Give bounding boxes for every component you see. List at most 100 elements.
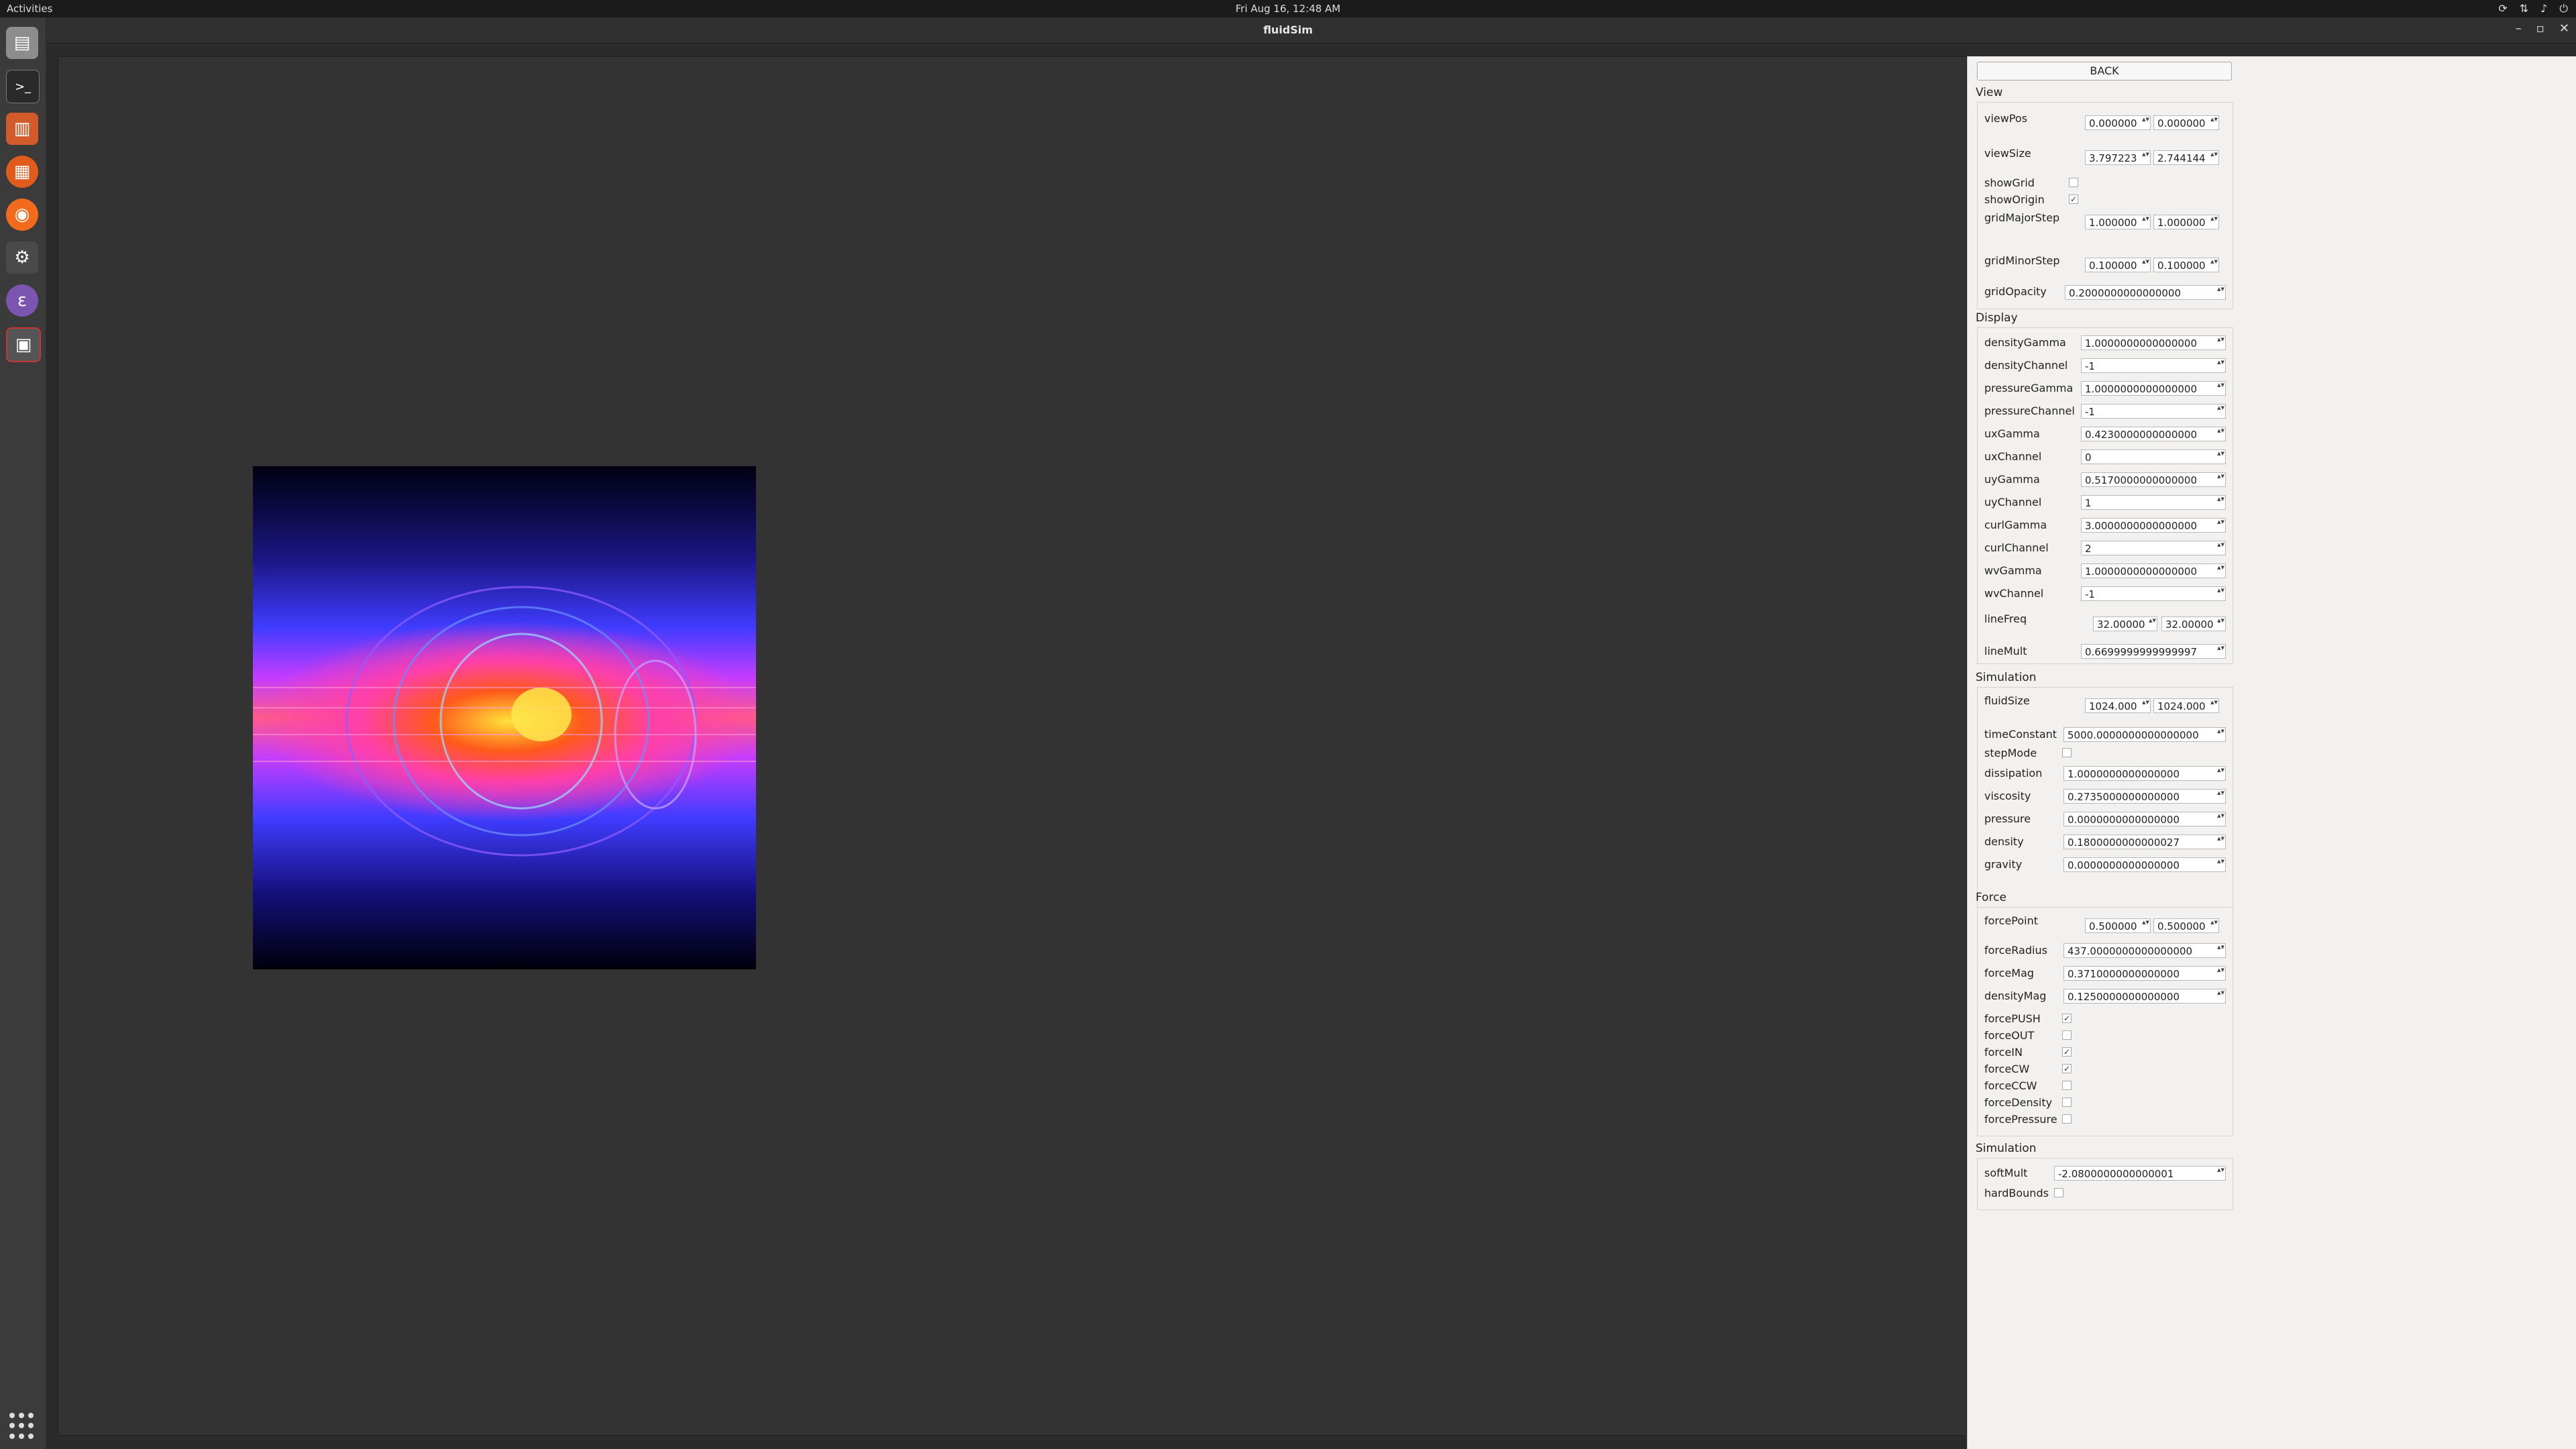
- gravity-label: gravity: [1984, 858, 2023, 871]
- showgrid-label: showGrid: [1984, 176, 2035, 189]
- forceccw-checkbox[interactable]: [2062, 1081, 2072, 1090]
- gridopacity-input[interactable]: 0.2000000000000000 ▲▼: [2065, 285, 2226, 300]
- firefox-icon[interactable]: ◉: [6, 199, 38, 231]
- window-titlebar: fluidSim – ▫ ✕: [0, 17, 2576, 44]
- fluidsize-y-input[interactable]: 1024.000 ▲▼: [2153, 698, 2219, 713]
- files-icon[interactable]: ▤: [6, 27, 38, 59]
- dock: ▤ >_ ▥ ▦ ◉ ⚙ ε ▣: [0, 17, 46, 1449]
- linefreq-label: lineFreq: [1984, 612, 2027, 625]
- densitymag-input[interactable]: 0.1250000000000000 ▲▼: [2063, 989, 2226, 1004]
- forcein-label: forceIN: [1984, 1046, 2023, 1059]
- uxchannel-input[interactable]: 0 ▲▼: [2081, 449, 2226, 464]
- densitygamma-label: densityGamma: [1984, 336, 2066, 349]
- pressuregamma-input[interactable]: 1.0000000000000000 ▲▼: [2081, 381, 2226, 396]
- densitychannel-label: densityChannel: [1984, 359, 2068, 372]
- fluidsize-label: fluidSize: [1984, 694, 2030, 707]
- forcepressure-label: forcePressure: [1984, 1113, 2057, 1126]
- curlgamma-input[interactable]: 3.0000000000000000 ▲▼: [2081, 518, 2226, 533]
- uychannel-input[interactable]: 1 ▲▼: [2081, 495, 2226, 510]
- wvgamma-input[interactable]: 1.0000000000000000 ▲▼: [2081, 564, 2226, 578]
- power-icon[interactable]: ⏻: [2559, 2, 2568, 15]
- simulation2-section-title: Simulation: [1976, 1142, 2037, 1155]
- fluid-render[interactable]: [253, 466, 756, 969]
- showgrid-checkbox[interactable]: [2069, 178, 2078, 187]
- gridminorstep-y-input[interactable]: 0.100000 ▲▼: [2153, 258, 2219, 272]
- update-icon[interactable]: ⟳: [2498, 2, 2507, 15]
- close-button[interactable]: ✕: [2559, 21, 2569, 36]
- densitychannel-input[interactable]: -1 ▲▼: [2081, 358, 2226, 373]
- viewpos-y-input[interactable]: 0.000000 ▲▼: [2153, 115, 2219, 130]
- linefreq-y-input[interactable]: 32.00000 ▲▼: [2161, 616, 2226, 631]
- simulation-group: fluidSize 1024.000 ▲▼ 1024.000 ▲▼ timeCons…: [1977, 687, 2233, 936]
- simulation-canvas[interactable]: [58, 56, 1967, 1436]
- fluidsize-x-input[interactable]: 1024.000 ▲▼: [2085, 698, 2151, 713]
- network-icon[interactable]: ⇅: [2520, 2, 2528, 15]
- pressurechannel-input[interactable]: -1 ▲▼: [2081, 404, 2226, 419]
- linemult-input[interactable]: 0.6699999999999997 ▲▼: [2081, 644, 2226, 659]
- curlchannel-label: curlChannel: [1984, 541, 2049, 554]
- minimize-button[interactable]: –: [2516, 21, 2522, 36]
- viscosity-label: viscosity: [1984, 790, 2031, 802]
- viewpos-x-input[interactable]: 0.000000 ▲▼: [2085, 115, 2151, 130]
- dissipation-input[interactable]: 1.0000000000000000 ▲▼: [2063, 766, 2226, 781]
- linemult-label: lineMult: [1984, 645, 2027, 657]
- gridmajorstep-x-input[interactable]: 1.000000 ▲▼: [2085, 215, 2151, 229]
- forceout-checkbox[interactable]: [2062, 1030, 2072, 1040]
- wvchannel-input[interactable]: -1 ▲▼: [2081, 586, 2226, 601]
- forcedensity-label: forceDensity: [1984, 1096, 2053, 1109]
- forcemag-input[interactable]: 0.3710000000000000 ▲▼: [2063, 966, 2226, 981]
- viewsize-x-input[interactable]: 3.797223 ▲▼: [2085, 150, 2151, 165]
- timeconstant-label: timeConstant: [1984, 728, 2057, 741]
- timeconstant-input[interactable]: 5000.0000000000000000 ▲▼: [2063, 727, 2226, 742]
- simulation2-group: softMult -2.0800000000000001 ▲▼ hardBound…: [1977, 1158, 2233, 1210]
- terminal-icon[interactable]: >_: [6, 70, 40, 103]
- uygamma-input[interactable]: 0.5170000000000000 ▲▼: [2081, 472, 2226, 487]
- stepmode-label: stepMode: [1984, 747, 2037, 759]
- window-title: fluidSim: [1263, 23, 1313, 36]
- showorigin-checkbox[interactable]: ✓: [2069, 195, 2078, 204]
- uxgamma-input[interactable]: 0.4230000000000000 ▲▼: [2081, 427, 2226, 441]
- window-controls: – ▫ ✕: [2516, 21, 2569, 36]
- gridmajorstep-y-input[interactable]: 1.000000 ▲▼: [2153, 215, 2219, 229]
- forcepoint-y-input[interactable]: 0.500000 ▲▼: [2153, 918, 2219, 933]
- forcepoint-x-input[interactable]: 0.500000 ▲▼: [2085, 918, 2151, 933]
- stepmode-checkbox[interactable]: [2062, 748, 2072, 757]
- gridminorstep-label: gridMinorStep: [1984, 254, 2060, 267]
- forceradius-input[interactable]: 437.0000000000000000 ▲▼: [2063, 943, 2226, 958]
- top-bar: Activities Fri Aug 16, 12:48 AM ⟳ ⇅ ♪ ⏻: [0, 0, 2576, 17]
- pressure-input[interactable]: 0.0000000000000000 ▲▼: [2063, 812, 2226, 826]
- text-editor-icon[interactable]: ▥: [6, 113, 38, 145]
- view-section-title: View: [1976, 86, 2003, 99]
- simulation-section-title: Simulation: [1976, 671, 2037, 684]
- pressure-label: pressure: [1984, 812, 2031, 825]
- forcecw-checkbox[interactable]: ✓: [2062, 1064, 2072, 1073]
- emacs-icon[interactable]: ε: [6, 284, 38, 317]
- settings-app-icon[interactable]: ⚙: [6, 241, 38, 274]
- forceradius-label: forceRadius: [1984, 944, 2047, 957]
- density-label: density: [1984, 835, 2024, 848]
- forcepressure-checkbox[interactable]: [2062, 1114, 2072, 1124]
- show-apps-icon[interactable]: [9, 1413, 36, 1440]
- forcedensity-checkbox[interactable]: [2062, 1097, 2072, 1107]
- linefreq-x-input[interactable]: 32.00000 ▲▼: [2093, 616, 2157, 631]
- forcein-checkbox[interactable]: ✓: [2062, 1047, 2072, 1057]
- forcecw-label: forceCW: [1984, 1063, 2030, 1075]
- software-icon[interactable]: ▦: [6, 156, 38, 188]
- densitygamma-input[interactable]: 1.0000000000000000 ▲▼: [2081, 335, 2226, 350]
- back-button[interactable]: BACK: [1977, 62, 2232, 80]
- volume-icon[interactable]: ♪: [2540, 2, 2547, 15]
- curlchannel-input[interactable]: 2 ▲▼: [2081, 541, 2226, 555]
- maximize-button[interactable]: ▫: [2536, 21, 2544, 36]
- uygamma-label: uyGamma: [1984, 473, 2040, 486]
- system-tray[interactable]: ⟳ ⇅ ♪ ⏻: [2498, 2, 2568, 15]
- viscosity-input[interactable]: 0.2735000000000000 ▲▼: [2063, 789, 2226, 804]
- hardbounds-checkbox[interactable]: [2054, 1188, 2063, 1197]
- viewsize-y-input[interactable]: 2.744144 ▲▼: [2153, 150, 2219, 165]
- gridminorstep-x-input[interactable]: 0.100000 ▲▼: [2085, 258, 2151, 272]
- fluidsim-app-icon[interactable]: ▣: [6, 327, 41, 362]
- gravity-input[interactable]: 0.0000000000000000 ▲▼: [2063, 857, 2226, 872]
- density-input[interactable]: 0.1800000000000027 ▲▼: [2063, 835, 2226, 849]
- forcepush-checkbox[interactable]: ✓: [2062, 1014, 2072, 1023]
- clock[interactable]: Fri Aug 16, 12:48 AM: [0, 3, 2576, 15]
- softmult-input[interactable]: -2.0800000000000001 ▲▼: [2054, 1166, 2226, 1181]
